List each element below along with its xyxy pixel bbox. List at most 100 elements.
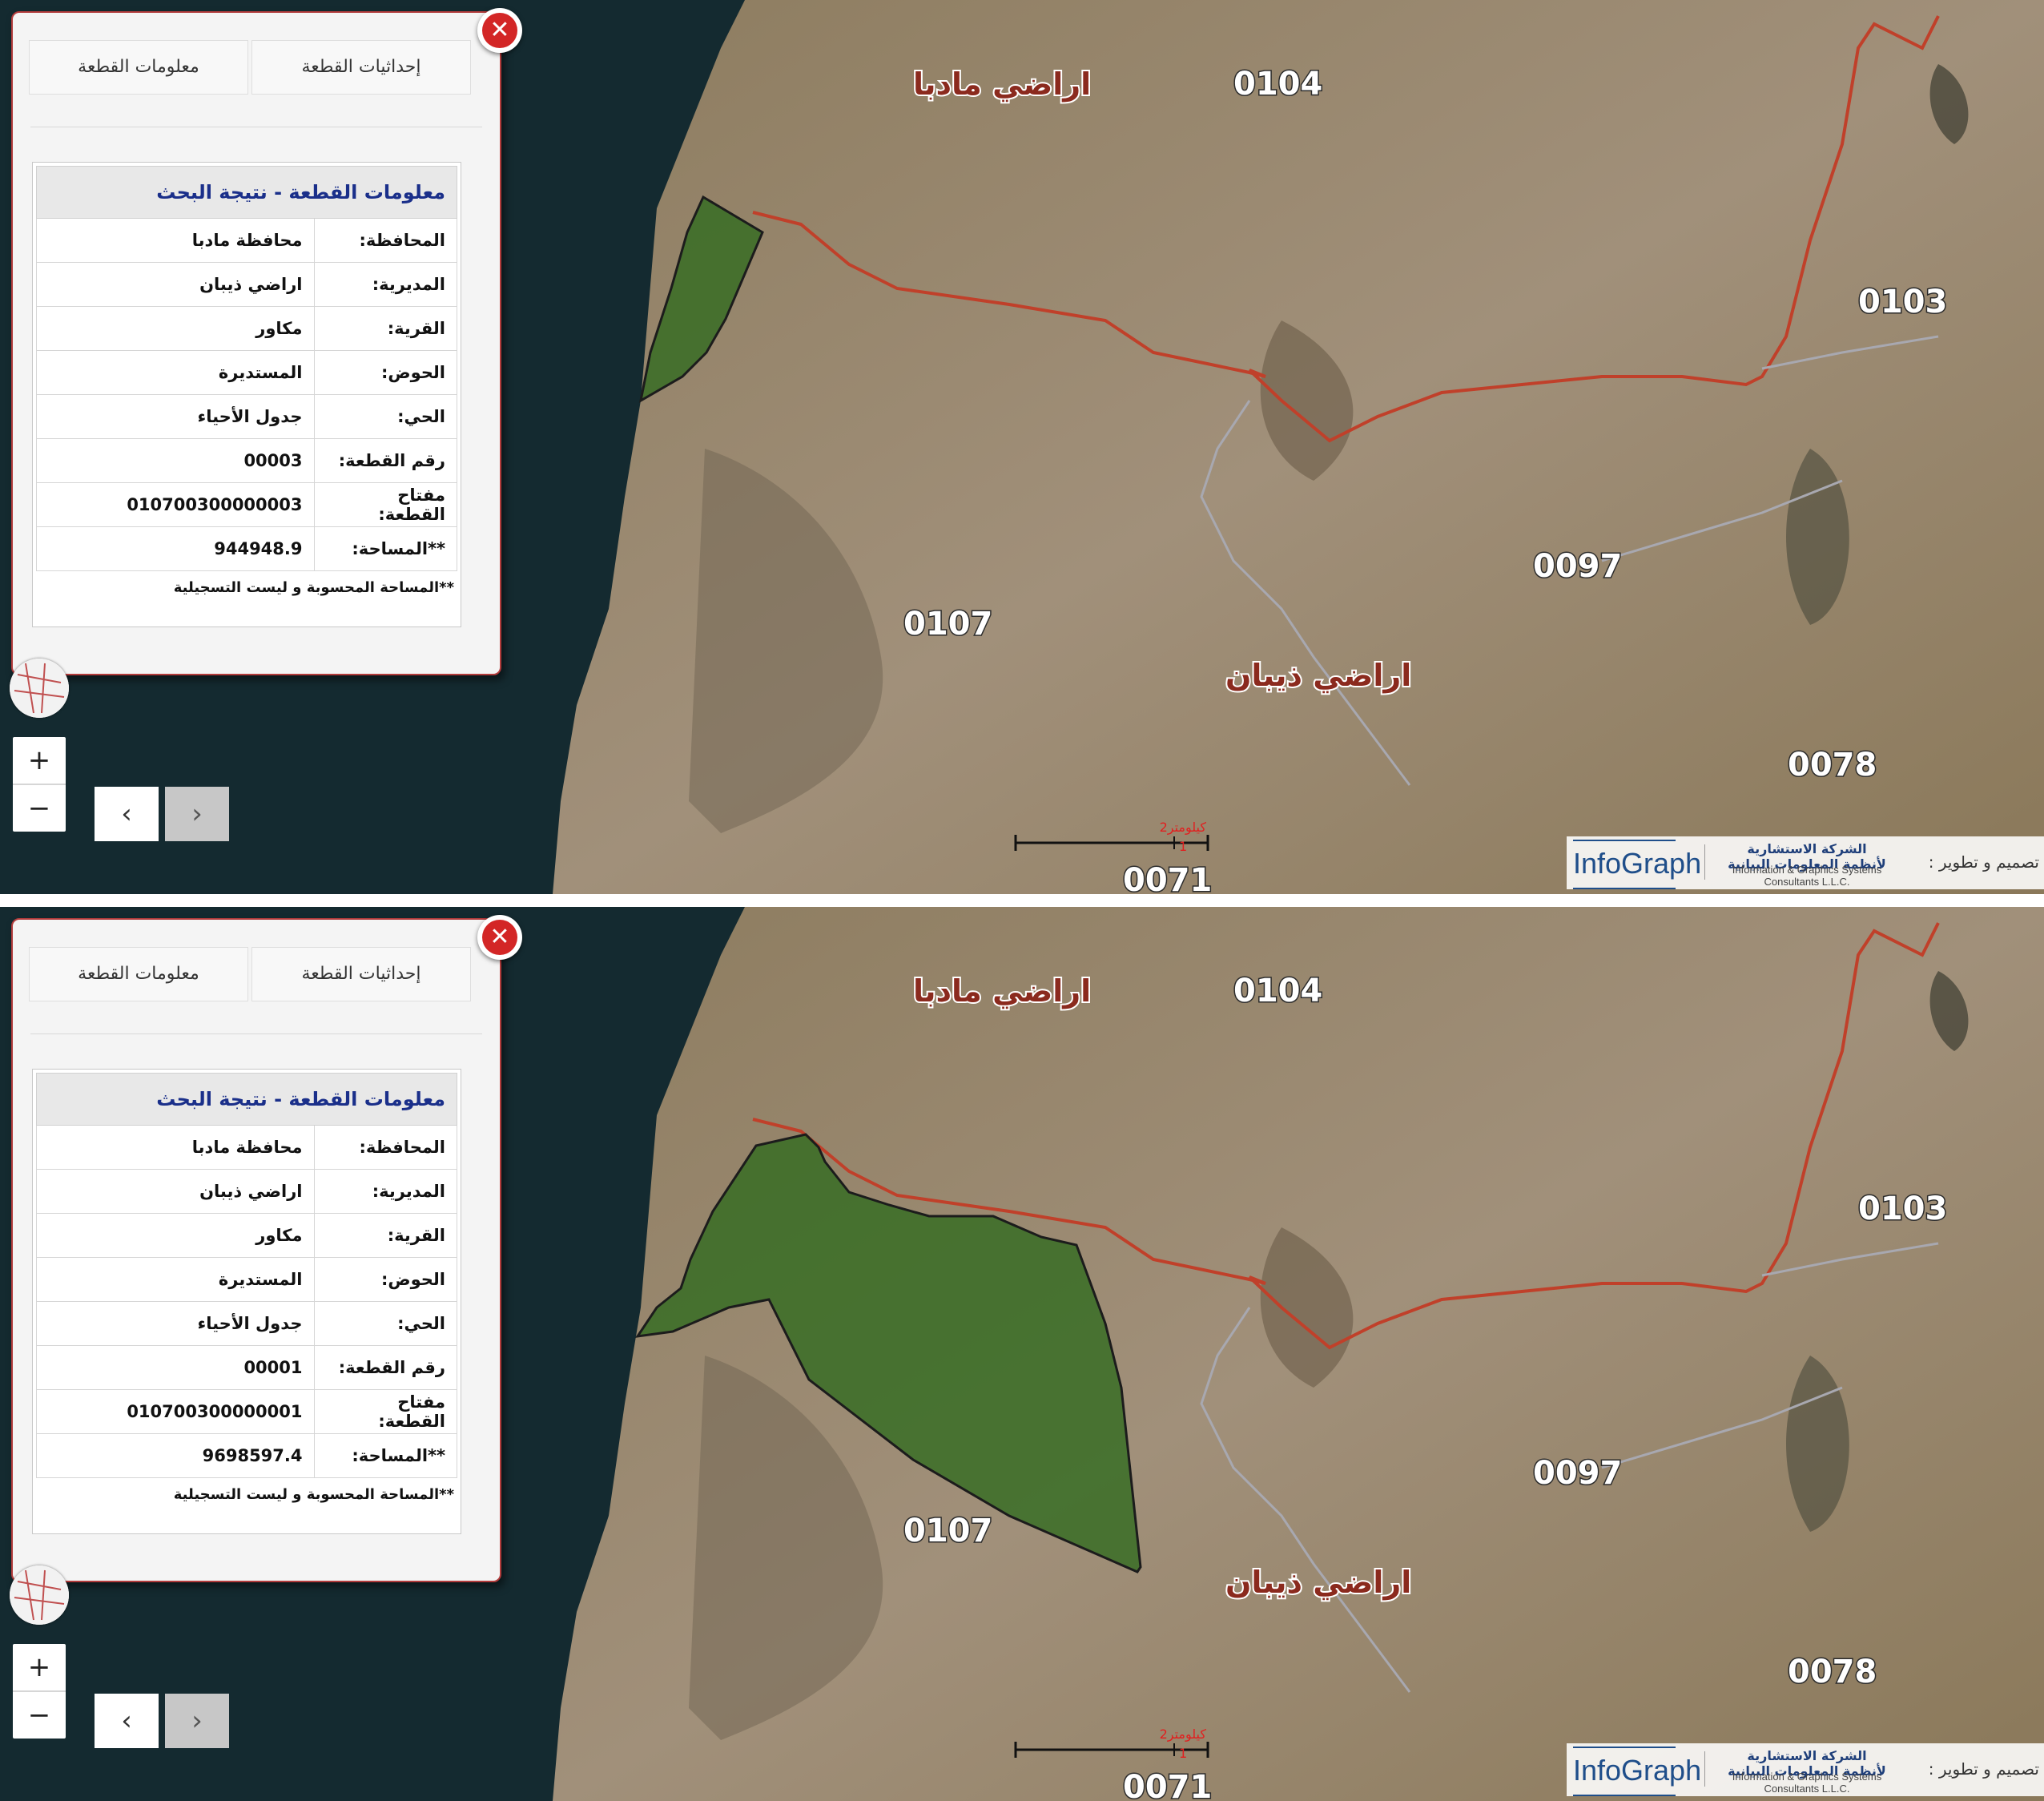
scale-label: 2كيلومتر bbox=[1160, 820, 1207, 836]
close-button[interactable]: ✕ bbox=[477, 915, 522, 960]
table-row: القرية: مكاور bbox=[36, 1213, 457, 1258]
overview-map-toggle[interactable] bbox=[10, 1565, 69, 1625]
popup-tabs: إحداثيات القطعة معلومات القطعة bbox=[29, 40, 471, 95]
row-label: الحي: bbox=[313, 1301, 457, 1346]
row-value: 00001 bbox=[36, 1345, 315, 1390]
info-table-container: معلومات القطعة - نتيجة البحث المحافظة: مح… bbox=[32, 1069, 461, 1534]
row-label: مفتاح القطعة: bbox=[313, 482, 457, 527]
row-label: رقم القطعة: bbox=[313, 438, 457, 483]
table-row: **المساحة: 944948.9 bbox=[36, 526, 457, 571]
row-label: مفتاح القطعة: bbox=[313, 1389, 457, 1434]
map-label: 0071 bbox=[1123, 1769, 1212, 1801]
credits-bar: InfoGraph الشركة الاستشارية لأنظمة المعل… bbox=[1567, 836, 2044, 889]
area-footnote: **المساحة المحسوبة و ليست التسجيلية bbox=[173, 579, 454, 596]
popup-tabs: إحداثيات القطعة معلومات القطعة bbox=[29, 947, 471, 1001]
row-label: المحافظة: bbox=[313, 218, 457, 263]
area-footnote: **المساحة المحسوبة و ليست التسجيلية bbox=[173, 1486, 454, 1503]
row-label: الحوض: bbox=[313, 1257, 457, 1302]
close-button[interactable]: ✕ bbox=[477, 8, 522, 53]
parcel-info-table: معلومات القطعة - نتيجة البحث المحافظة: مح… bbox=[36, 166, 457, 571]
next-extent-button[interactable]: › bbox=[165, 1694, 229, 1748]
credits-bar: InfoGraph الشركة الاستشارية لأنظمة المعل… bbox=[1567, 1743, 2044, 1796]
table-row: الحوض: المستديرة bbox=[36, 1257, 457, 1302]
table-header: معلومات القطعة - نتيجة البحث bbox=[36, 1073, 457, 1126]
table-row: مفتاح القطعة: 010700300000001 bbox=[36, 1389, 457, 1434]
map-label: اراضي ذيبان bbox=[1225, 658, 1411, 693]
row-value: مكاور bbox=[36, 1213, 315, 1258]
table-row: رقم القطعة: 00003 bbox=[36, 438, 457, 483]
company-name-en: Information & Graphics Systems Consultan… bbox=[1732, 864, 1882, 888]
map-label: 0107 bbox=[903, 606, 992, 643]
map-label: 0107 bbox=[903, 1513, 992, 1549]
scale-sub-label: 1 bbox=[1179, 839, 1187, 851]
row-label: الحي: bbox=[313, 394, 457, 439]
table-row: مفتاح القطعة: 010700300000003 bbox=[36, 482, 457, 527]
overview-map-icon bbox=[10, 659, 69, 718]
map-label: 0103 bbox=[1858, 1191, 1947, 1227]
close-icon: ✕ bbox=[482, 920, 517, 955]
tab-parcel-coordinates[interactable]: إحداثيات القطعة bbox=[251, 40, 471, 95]
design-credit: تصميم و تطوير : bbox=[1928, 852, 2039, 872]
map-label: 0097 bbox=[1533, 1455, 1622, 1492]
row-value: 944948.9 bbox=[36, 526, 315, 571]
tab-parcel-info[interactable]: معلومات القطعة bbox=[29, 40, 248, 95]
table-row: المديرية: اراضي ذيبان bbox=[36, 262, 457, 307]
credit-divider bbox=[1704, 844, 1705, 880]
row-value: جدول الأحياء bbox=[36, 1301, 315, 1346]
previous-extent-button[interactable]: ‹ bbox=[95, 1694, 159, 1748]
zoom-out-button[interactable]: − bbox=[13, 784, 66, 832]
tab-parcel-info[interactable]: معلومات القطعة bbox=[29, 947, 248, 1001]
row-label: الحوض: bbox=[313, 350, 457, 395]
zoom-control: + − bbox=[13, 1644, 66, 1739]
table-row: المحافظة: محافظة مادبا bbox=[36, 1125, 457, 1170]
row-value: المستديرة bbox=[36, 350, 315, 395]
map-view-top[interactable]: 0104 اراضي مادبا 0103 0097 0107 اراضي ذي… bbox=[0, 0, 2044, 894]
table-row: المحافظة: محافظة مادبا bbox=[36, 218, 457, 263]
map-label: 0104 bbox=[1233, 66, 1322, 103]
scale-bar: 2كيلومتر 1 bbox=[1014, 820, 1209, 851]
scale-sub-label: 1 bbox=[1179, 1746, 1187, 1758]
zoom-out-button[interactable]: − bbox=[13, 1690, 66, 1739]
table-row: الحوض: المستديرة bbox=[36, 350, 457, 395]
zoom-in-button[interactable]: + bbox=[13, 737, 66, 784]
scale-bar: 2كيلومتر 1 bbox=[1014, 1726, 1209, 1758]
scale-label: 2كيلومتر bbox=[1160, 1726, 1207, 1743]
previous-extent-button[interactable]: ‹ bbox=[95, 787, 159, 841]
parcel-info-table: معلومات القطعة - نتيجة البحث المحافظة: مح… bbox=[36, 1073, 457, 1478]
infograph-logo: InfoGraph bbox=[1573, 840, 1701, 889]
infograph-logo: InfoGraph bbox=[1573, 1747, 1701, 1796]
overview-map-toggle[interactable] bbox=[10, 659, 69, 718]
map-view-bottom[interactable]: 0104 اراضي مادبا 0103 0097 0107 اراضي ذي… bbox=[0, 907, 2044, 1801]
close-icon: ✕ bbox=[482, 13, 517, 48]
row-label: المحافظة: bbox=[313, 1125, 457, 1170]
row-label: القرية: bbox=[313, 306, 457, 351]
table-row: القرية: مكاور bbox=[36, 306, 457, 351]
row-label: رقم القطعة: bbox=[313, 1345, 457, 1390]
map-label: اراضي مادبا bbox=[913, 973, 1091, 1009]
map-label: 0071 bbox=[1123, 862, 1212, 894]
table-row: الحي: جدول الأحياء bbox=[36, 1301, 457, 1346]
zoom-in-button[interactable]: + bbox=[13, 1644, 66, 1690]
row-value: جدول الأحياء bbox=[36, 394, 315, 439]
row-value: 010700300000003 bbox=[36, 482, 315, 527]
credit-divider bbox=[1704, 1751, 1705, 1787]
row-label: المديرية: bbox=[313, 262, 457, 307]
row-label: القرية: bbox=[313, 1213, 457, 1258]
map-label: 0103 bbox=[1858, 284, 1947, 320]
row-label: **المساحة: bbox=[313, 1433, 457, 1478]
popup-divider bbox=[30, 1033, 482, 1034]
next-extent-button[interactable]: › bbox=[165, 787, 229, 841]
table-row: الحي: جدول الأحياء bbox=[36, 394, 457, 439]
row-value: محافظة مادبا bbox=[36, 1125, 315, 1170]
row-value: مكاور bbox=[36, 306, 315, 351]
parcel-info-popup: إحداثيات القطعة معلومات القطعة معلومات ا… bbox=[11, 915, 522, 1582]
table-row: رقم القطعة: 00001 bbox=[36, 1345, 457, 1390]
tab-parcel-coordinates[interactable]: إحداثيات القطعة bbox=[251, 947, 471, 1001]
table-header: معلومات القطعة - نتيجة البحث bbox=[36, 166, 457, 219]
row-value: 010700300000001 bbox=[36, 1389, 315, 1434]
map-label: 0104 bbox=[1233, 973, 1322, 1009]
row-label: المديرية: bbox=[313, 1169, 457, 1214]
map-label: اراضي ذيبان bbox=[1225, 1565, 1411, 1600]
row-value: 9698597.4 bbox=[36, 1433, 315, 1478]
row-value: محافظة مادبا bbox=[36, 218, 315, 263]
